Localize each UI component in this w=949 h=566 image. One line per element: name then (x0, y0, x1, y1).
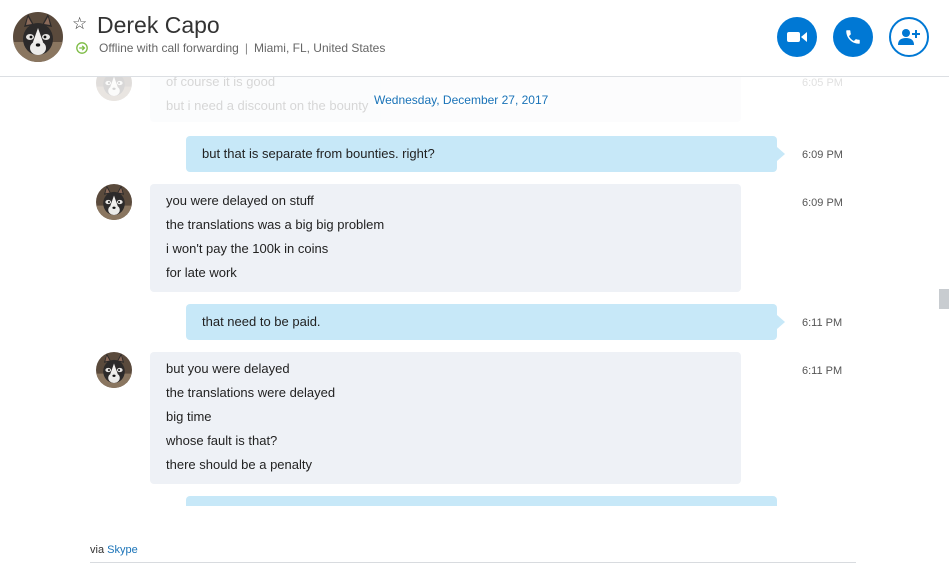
message-time: 6:09 PM (802, 149, 843, 161)
call-forwarding-icon (76, 42, 88, 54)
date-separator: Wednesday, December 27, 2017 (374, 93, 549, 107)
add-user-icon (898, 29, 920, 45)
contact-avatar-small[interactable] (96, 352, 132, 388)
status-separator: | (244, 41, 248, 55)
message-bubble-incoming[interactable]: you were delayed on stuff the translatio… (150, 184, 741, 292)
contact-avatar[interactable] (13, 12, 63, 62)
video-camera-icon (787, 32, 807, 42)
message-bubble-incoming[interactable]: but you were delayed the translations we… (150, 352, 741, 484)
via-label: via (90, 544, 105, 556)
message-line: you were delayed on stuff (166, 193, 314, 208)
phone-icon (846, 30, 860, 44)
video-call-button[interactable] (777, 17, 817, 57)
message-time: 6:11 PM (802, 365, 843, 377)
contact-avatar-small[interactable] (96, 184, 132, 220)
message-time: 6:05 PM (802, 77, 843, 89)
conversation-area[interactable]: of course it is good but i need a discou… (0, 77, 949, 566)
add-people-button[interactable] (889, 17, 929, 57)
message-line: but that is separate from bounties. righ… (202, 146, 435, 161)
message-line: whose fault is that? (166, 433, 278, 448)
scrollbar-thumb[interactable] (939, 289, 949, 309)
status-text: Offline with call forwarding (99, 41, 239, 55)
message-line: the translations was a big big problem (166, 217, 385, 232)
message-line: of course it is good (166, 77, 276, 89)
message-bubble-outgoing[interactable]: but that is separate from bounties. righ… (186, 136, 785, 172)
message-bubble-outgoing[interactable]: that need to be paid. (186, 304, 785, 340)
contact-name[interactable]: Derek Capo (97, 11, 220, 39)
message-time: 6:09 PM (802, 197, 843, 209)
favorite-star-icon[interactable]: ☆ (72, 14, 87, 34)
footer-via: via Skype (90, 544, 856, 563)
message-line: big time (166, 409, 212, 424)
message-line: there should be a penalty (166, 457, 312, 472)
message-line: the translations were delayed (166, 385, 336, 400)
message-line: for late work (166, 265, 237, 280)
status-line: Offline with call forwarding | Miami, FL, … (99, 41, 385, 56)
contact-avatar-small (96, 77, 132, 101)
audio-call-button[interactable] (833, 17, 873, 57)
skype-link[interactable]: Skype (107, 544, 138, 556)
message-bubble-outgoing-partial[interactable] (186, 496, 777, 506)
location-text: Miami, FL, United States (253, 41, 386, 55)
message-line: but you were delayed (166, 361, 290, 376)
message-line: i won't pay the 100k in coins (166, 241, 329, 256)
chat-header: ☆ Derek Capo Offline with call forwardin… (0, 0, 949, 77)
message-time: 6:11 PM (802, 317, 843, 329)
message-line: that need to be paid. (202, 314, 321, 329)
